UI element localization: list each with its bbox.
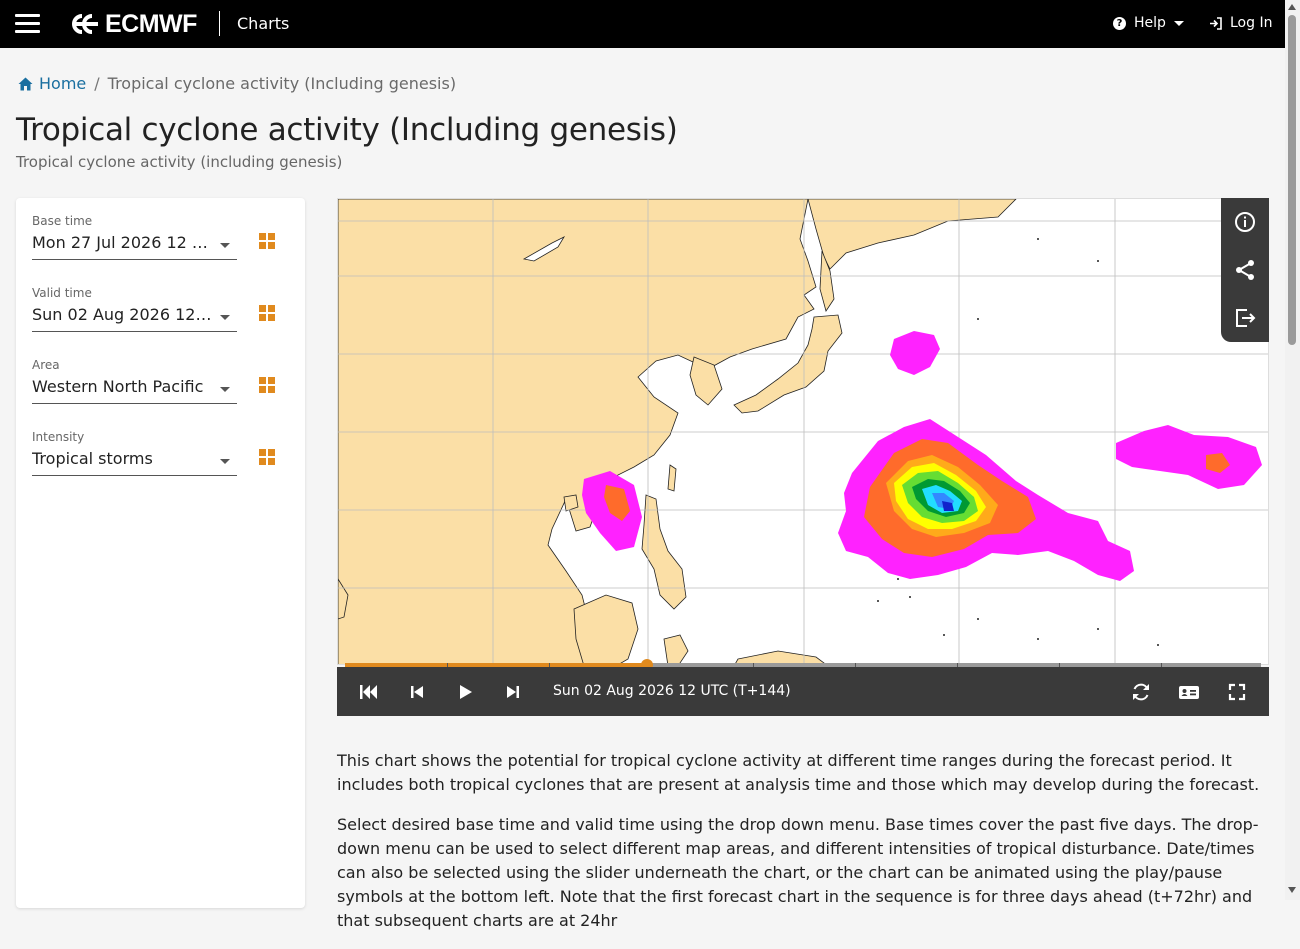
dropdown-arrow-icon bbox=[220, 243, 230, 248]
hamburger-menu-icon[interactable] bbox=[14, 12, 42, 36]
page-scrollbar[interactable] bbox=[1285, 0, 1300, 900]
breadcrumb-home-label: Home bbox=[39, 74, 87, 93]
login-label: Log In bbox=[1230, 15, 1273, 31]
chart-description: This chart shows the potential for tropi… bbox=[337, 749, 1277, 949]
home-icon bbox=[18, 77, 33, 90]
scroll-down-arrow-icon[interactable] bbox=[1288, 887, 1296, 893]
valid-time-select[interactable]: Sun 02 Aug 2026 12 UTC (T+144) bbox=[32, 305, 237, 332]
help-label: Help bbox=[1134, 15, 1166, 31]
skip-first-icon[interactable] bbox=[357, 680, 381, 704]
valid-time-grid-icon[interactable] bbox=[259, 305, 275, 321]
play-icon[interactable] bbox=[453, 680, 477, 704]
fullscreen-icon[interactable] bbox=[1225, 680, 1249, 704]
valid-time-label: Valid time bbox=[32, 286, 92, 300]
base-time-field: Base time Mon 27 Jul 2026 12 UTC bbox=[32, 214, 237, 260]
breadcrumb-home-link[interactable]: Home bbox=[18, 74, 86, 93]
intensity-field: Intensity Tropical storms bbox=[32, 430, 237, 476]
loop-icon[interactable] bbox=[1129, 680, 1153, 704]
current-valid-time: Sun 02 Aug 2026 12 UTC (T+144) bbox=[553, 683, 791, 699]
step-back-icon[interactable] bbox=[405, 680, 429, 704]
area-grid-icon[interactable] bbox=[259, 377, 275, 393]
scroll-up-arrow-icon[interactable] bbox=[1288, 4, 1296, 10]
intensity-select[interactable]: Tropical storms bbox=[32, 449, 237, 476]
base-time-select[interactable]: Mon 27 Jul 2026 12 UTC bbox=[32, 233, 237, 260]
step-forward-icon[interactable] bbox=[501, 680, 525, 704]
ecmwf-logo[interactable]: ECMWF bbox=[70, 10, 197, 38]
player-controls: Sun 02 Aug 2026 12 UTC (T+144) bbox=[337, 667, 1269, 716]
area-select[interactable]: Western North Pacific bbox=[32, 377, 237, 404]
sign-in-icon bbox=[1210, 16, 1222, 30]
area-label: Area bbox=[32, 358, 60, 372]
help-menu-button[interactable]: ? Help bbox=[1113, 15, 1184, 31]
scrollbar-thumb[interactable] bbox=[1288, 15, 1296, 345]
ecmwf-logo-icon bbox=[72, 14, 98, 34]
question-circle-icon: ? bbox=[1113, 16, 1126, 30]
dropdown-arrow-icon bbox=[220, 387, 230, 392]
base-time-label: Base time bbox=[32, 214, 93, 228]
breadcrumb-current: Tropical cyclone activity (Including gen… bbox=[107, 74, 457, 93]
legend-icon[interactable] bbox=[1177, 680, 1201, 704]
description-paragraph: Select desired base time and valid time … bbox=[337, 815, 1259, 930]
dropdown-arrow-icon bbox=[220, 315, 230, 320]
export-icon[interactable] bbox=[1233, 306, 1257, 330]
valid-time-value: Sun 02 Aug 2026 12 UTC (T+144) bbox=[32, 305, 212, 324]
page-subtitle: Tropical cyclone activity (including gen… bbox=[16, 153, 343, 171]
breadcrumb: Home / Tropical cyclone activity (Includ… bbox=[18, 74, 456, 93]
area-field: Area Western North Pacific bbox=[32, 358, 237, 404]
charts-section-link[interactable]: Charts bbox=[237, 14, 289, 33]
intensity-value: Tropical storms bbox=[32, 449, 153, 468]
top-navbar: ECMWF Charts ? Help Log In bbox=[0, 0, 1285, 48]
chart-side-toolbar bbox=[1221, 198, 1269, 342]
borneo-island bbox=[573, 594, 639, 664]
valid-time-field: Valid time Sun 02 Aug 2026 12 UTC (T+144… bbox=[32, 286, 237, 332]
breadcrumb-separator: / bbox=[94, 74, 100, 93]
logo-text: ECMWF bbox=[105, 9, 197, 38]
base-time-grid-icon[interactable] bbox=[259, 233, 275, 249]
chevron-down-icon bbox=[1173, 20, 1184, 26]
logo-divider bbox=[219, 11, 220, 36]
filter-sidebar: Base time Mon 27 Jul 2026 12 UTC Valid t… bbox=[16, 198, 305, 908]
base-time-value: Mon 27 Jul 2026 12 UTC bbox=[32, 233, 212, 252]
intensity-grid-icon[interactable] bbox=[259, 449, 275, 465]
dropdown-arrow-icon bbox=[220, 459, 230, 464]
description-paragraph: This chart shows the potential for tropi… bbox=[337, 751, 1260, 794]
intensity-label: Intensity bbox=[32, 430, 85, 444]
forecast-map[interactable] bbox=[337, 198, 1269, 665]
map-image bbox=[338, 199, 1268, 664]
info-icon[interactable] bbox=[1233, 210, 1257, 234]
area-value: Western North Pacific bbox=[32, 377, 204, 396]
page-title: Tropical cyclone activity (Including gen… bbox=[16, 112, 678, 148]
chart-viewer: Sun 02 Aug 2026 12 UTC (T+144) bbox=[337, 198, 1269, 716]
share-icon[interactable] bbox=[1233, 258, 1257, 282]
login-button[interactable]: Log In bbox=[1209, 15, 1272, 31]
